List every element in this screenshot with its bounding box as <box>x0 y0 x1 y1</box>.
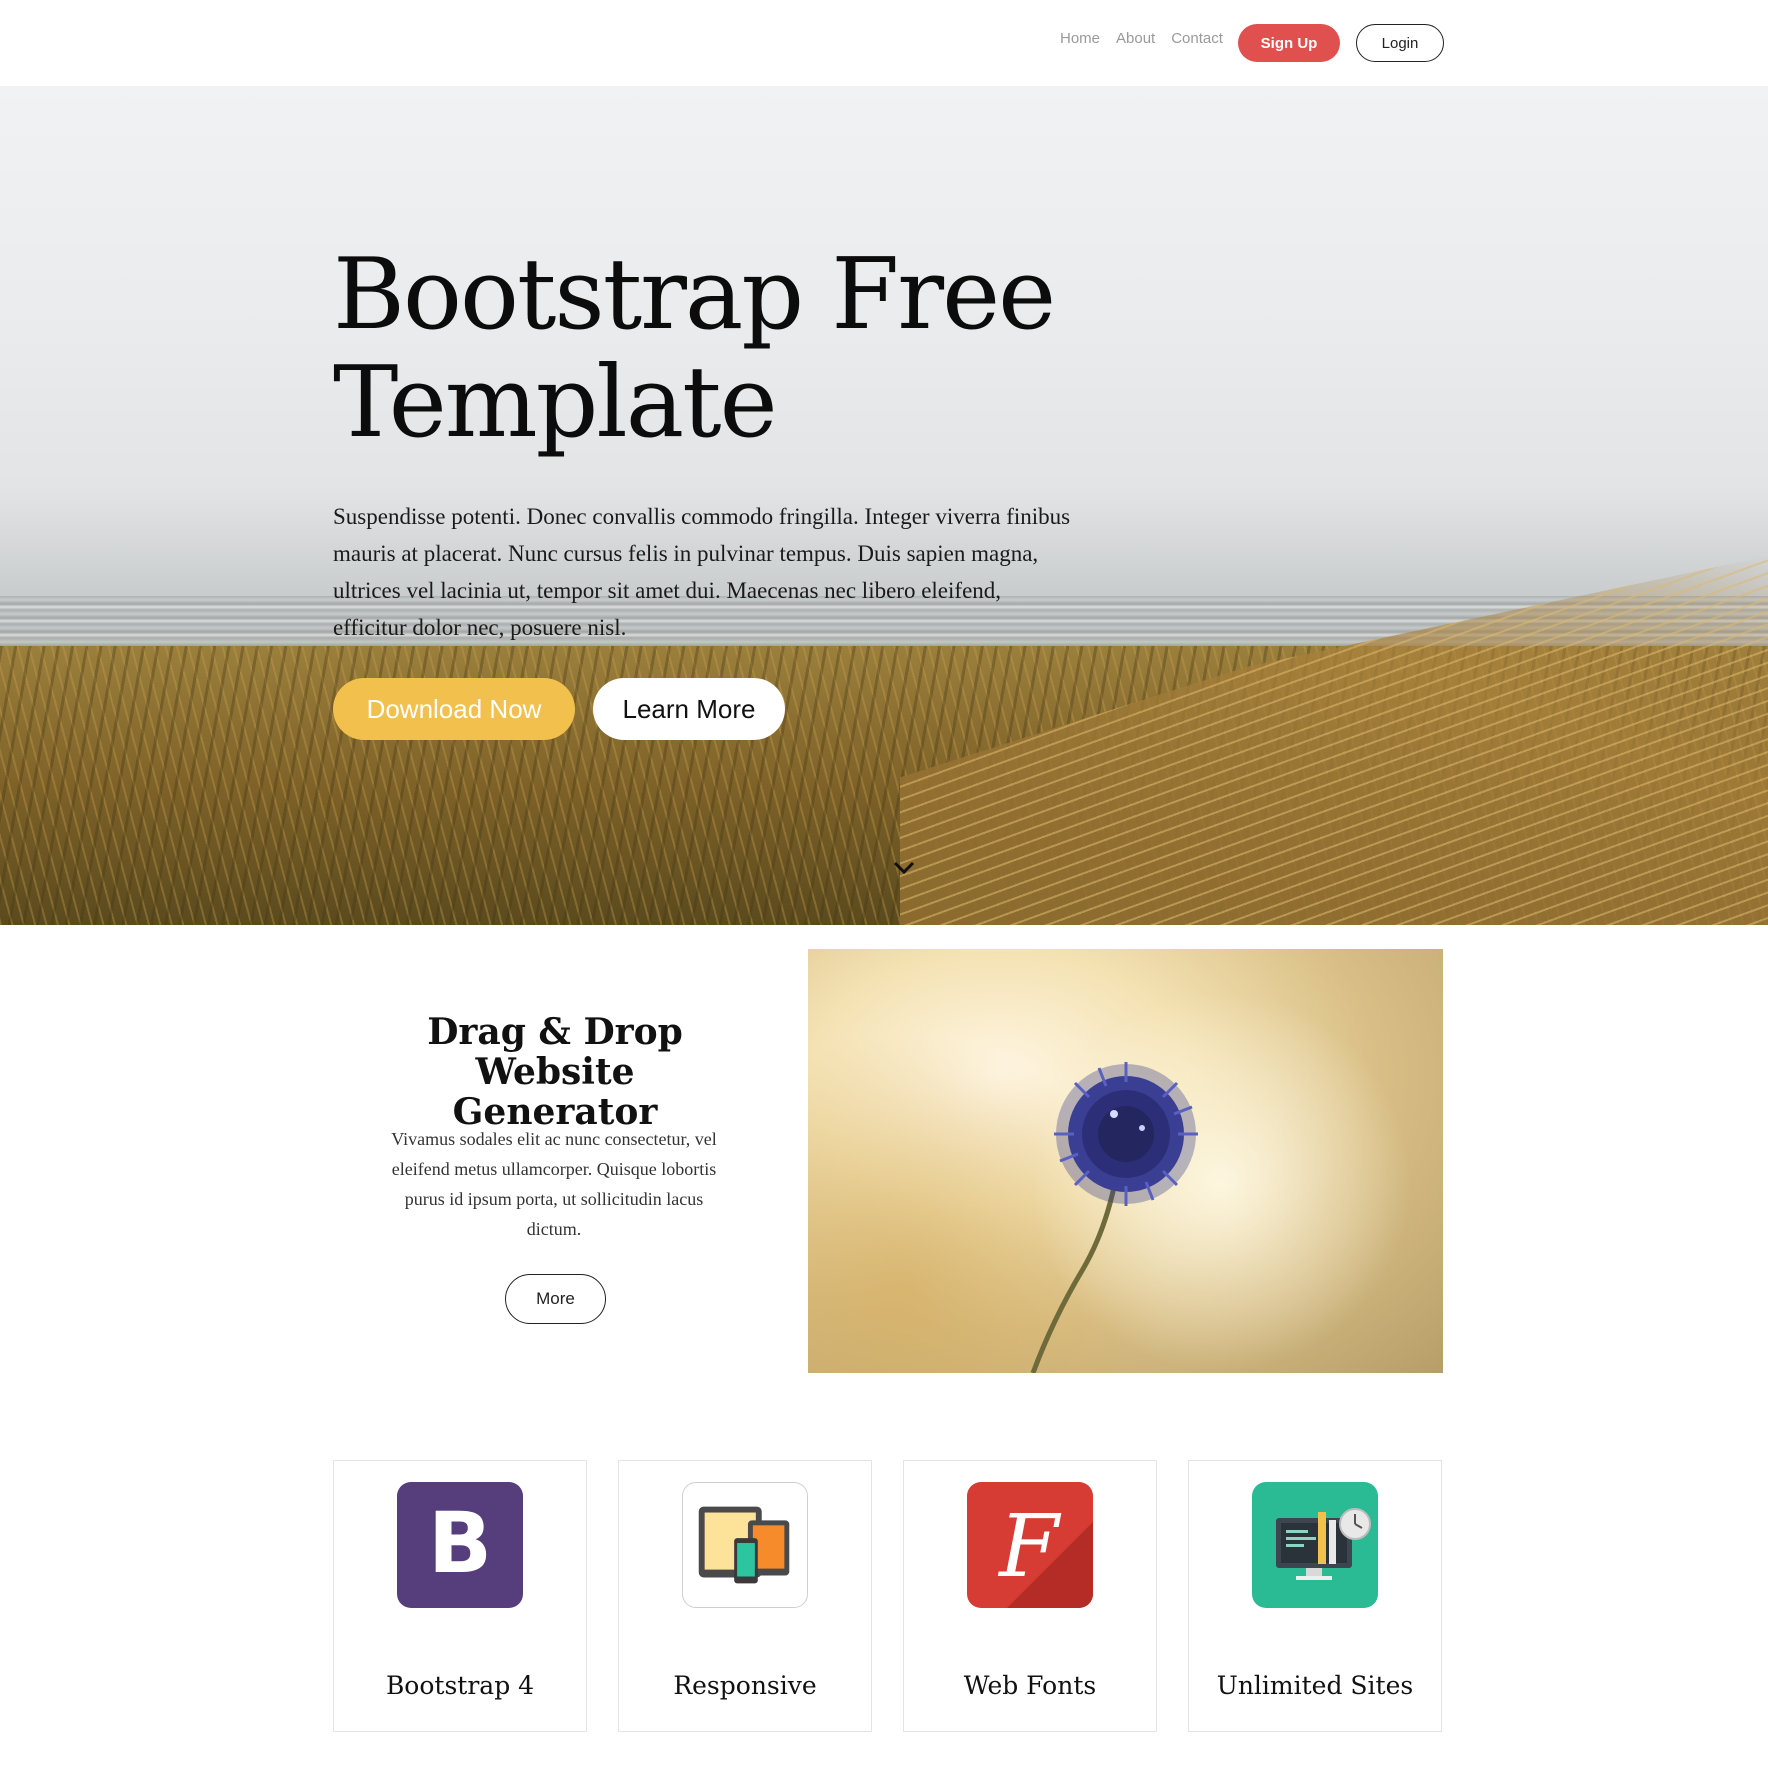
flower-image <box>808 949 1443 1373</box>
web-fonts-icon: F <box>967 1482 1093 1608</box>
hero-text: Suspendisse potenti. Donec convallis com… <box>333 504 1071 640</box>
download-now-button[interactable]: Download Now <box>333 678 575 740</box>
unlimited-sites-icon <box>1252 1482 1378 1608</box>
svg-text:F: F <box>997 1497 1062 1597</box>
feature-card-web-fonts[interactable]: F Web Fonts <box>903 1460 1157 1732</box>
card-label: Responsive <box>673 1671 817 1700</box>
chevron-down-icon[interactable] <box>893 861 915 875</box>
responsive-devices-icon <box>682 1482 808 1608</box>
bootstrap-icon: B <box>397 1482 523 1608</box>
card-label: Unlimited Sites <box>1216 1671 1414 1700</box>
more-button[interactable]: More <box>505 1274 606 1324</box>
navbar: Home About Contact Sign Up Login <box>0 0 1768 86</box>
nav-links: Home About Contact <box>1060 30 1223 47</box>
feature-card-responsive[interactable]: Responsive <box>618 1460 872 1732</box>
feature-card-unlimited-sites[interactable]: Unlimited Sites <box>1188 1460 1442 1732</box>
nav-link-home[interactable]: Home <box>1060 30 1100 47</box>
hero-section: Bootstrap Free Template Suspendisse pote… <box>0 86 1768 925</box>
learn-more-button[interactable]: Learn More <box>593 678 785 740</box>
feature-card-bootstrap[interactable]: B Bootstrap 4 <box>333 1460 587 1732</box>
card-label: Bootstrap 4 <box>385 1671 535 1700</box>
nav-link-contact[interactable]: Contact <box>1171 30 1223 47</box>
sign-up-button[interactable]: Sign Up <box>1238 24 1340 62</box>
hero-title: Bootstrap Free Template <box>333 238 1056 460</box>
svg-text:B: B <box>428 1494 492 1592</box>
thistle-flower-icon <box>1030 1062 1198 1373</box>
feature-title: Drag & Drop Website Generator <box>427 1011 683 1133</box>
card-label: Web Fonts <box>963 1671 1097 1700</box>
feature-text: Vivamus sodales elit ac nunc consectetur… <box>391 1129 717 1239</box>
login-button[interactable]: Login <box>1356 24 1444 62</box>
nav-link-about[interactable]: About <box>1116 30 1155 47</box>
